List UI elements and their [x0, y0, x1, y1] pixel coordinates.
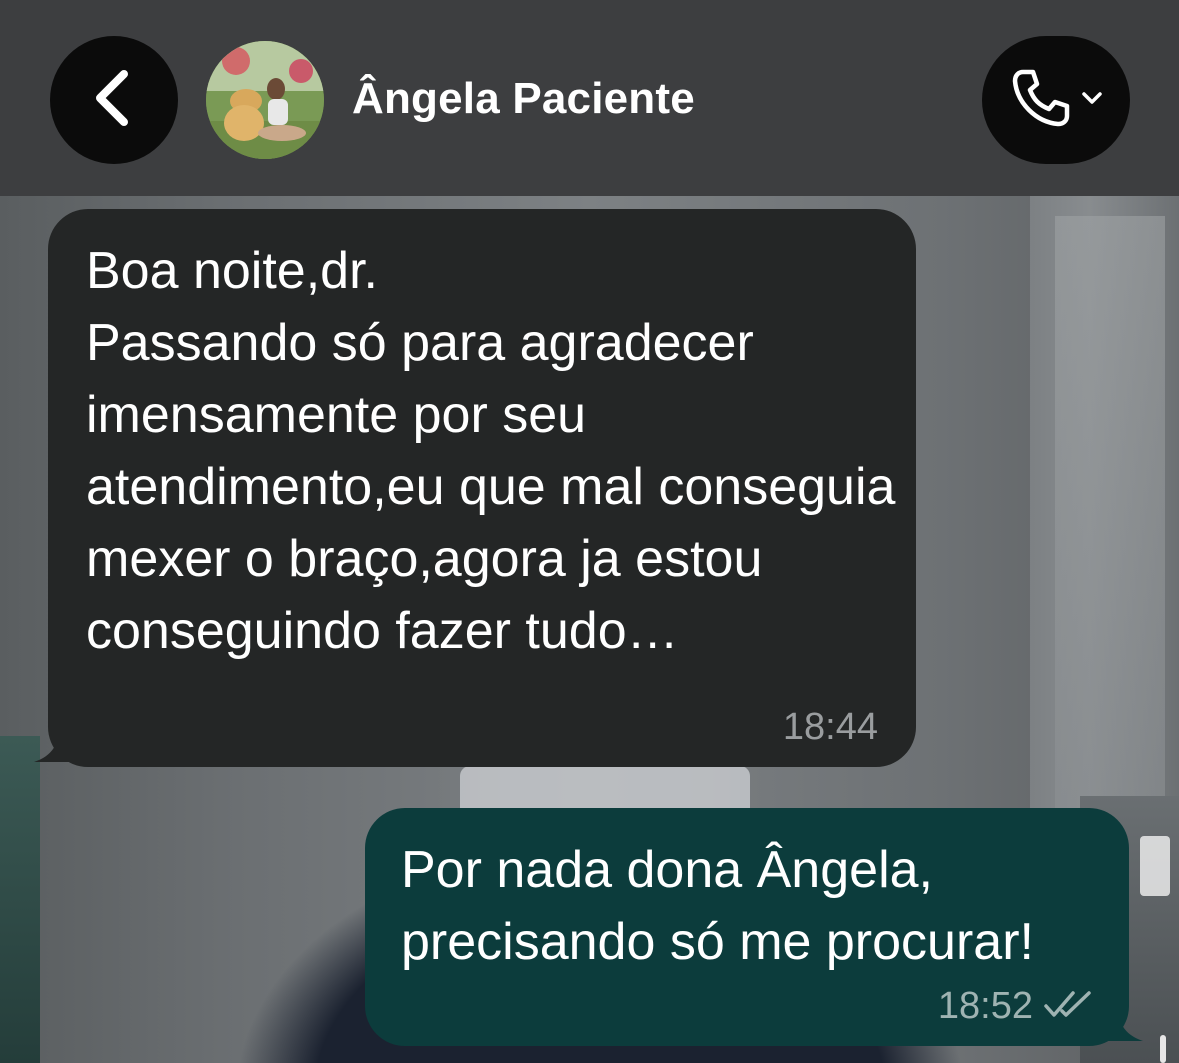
bubble-tail — [1103, 1001, 1143, 1046]
phone-icon — [1009, 66, 1073, 135]
message-text: Boa noite,dr. Passando só para agradecer… — [86, 242, 896, 660]
call-button[interactable] — [982, 36, 1130, 164]
read-double-check-icon — [1043, 989, 1093, 1024]
message-timestamp: 18:52 — [937, 985, 1033, 1027]
contact-avatar[interactable] — [206, 41, 324, 159]
scrollbar[interactable] — [1160, 1035, 1166, 1063]
message-meta: 18:52 — [938, 985, 1093, 1028]
wallpaper-detail — [1140, 836, 1170, 896]
wallpaper-window-pane — [1055, 216, 1165, 836]
outgoing-message-bubble[interactable]: Por nada dona Ângela, precisando só me p… — [365, 808, 1143, 1046]
message-text: Por nada dona Ângela, precisando só me p… — [401, 841, 1034, 971]
wallpaper-shelf — [0, 736, 40, 1063]
bubble-tail — [34, 722, 74, 767]
chat-header: Ângela Paciente — [0, 0, 1179, 196]
back-button[interactable] — [50, 36, 178, 164]
incoming-message-bubble[interactable]: Boa noite,dr. Passando só para agradecer… — [34, 209, 916, 767]
chevron-left-icon — [88, 66, 140, 135]
message-timestamp: 18:44 — [782, 706, 878, 748]
chevron-down-icon — [1081, 91, 1103, 110]
contact-name[interactable]: Ângela Paciente — [352, 74, 695, 124]
chat-screen: Ângela Paciente Boa noite,dr. Passando s… — [0, 0, 1179, 1063]
avatar-photo — [206, 41, 324, 159]
